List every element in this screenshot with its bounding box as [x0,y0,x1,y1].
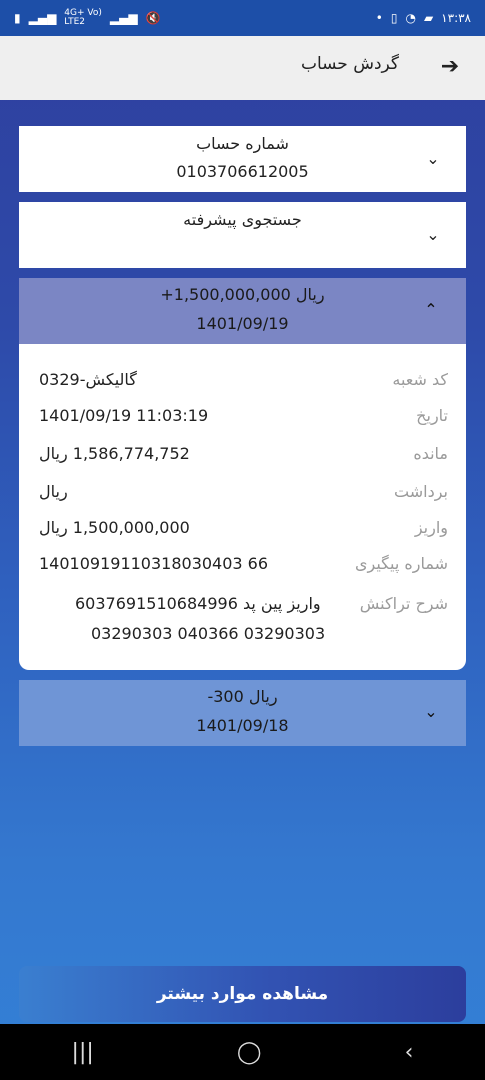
detail-row-date: تاریخ 1401/09/19 11:03:19 [19,406,466,432]
description-label: شرح تراکنش [359,594,448,613]
detail-row-balance: مانده 1,586,774,752 ریال [19,444,466,470]
signal-icon: ▂▄▆ [28,11,57,25]
detail-row-withdraw: برداشت ریال [19,482,466,508]
deposit-label: واریز [414,518,448,537]
description-line2: 03290303 040366 03290303 [91,624,326,643]
transaction-header-expanded[interactable]: +1,500,000,000 ریال 1401/09/19 ⌃ [19,278,466,344]
status-right-icons: • ▯ ◔ ▰ ۱۳:۳۸ [376,11,471,25]
tracking-label: شماره پیگیری [354,554,448,573]
system-nav-bar: ||| ◯ ‹ [0,1024,485,1080]
branch-label: کد شعبه [392,370,448,389]
home-icon[interactable]: ◯ [237,1040,262,1065]
advanced-search-toggle[interactable]: جستجوی پیشرفته ⌄ [19,202,466,268]
transaction-amount: -300 ریال [207,687,278,706]
account-number: 0103706612005 [176,162,309,181]
detail-row-deposit: واریز 1,500,000,000 ریال [19,518,466,544]
chevron-down-icon[interactable]: ⌄ [421,147,445,171]
detail-row-tracking: شماره پیگیری 14010919110318030403 66 [19,554,466,580]
signal-icon-2: ▂▄▆ [109,11,138,25]
account-label: شماره حساب [196,134,289,153]
balance-value: 1,586,774,752 ریال [39,444,190,463]
advanced-search-label: جستجوی پیشرفته [183,210,302,229]
withdraw-value: ریال [39,482,68,501]
recent-apps-icon[interactable]: ||| [72,1040,94,1065]
transaction-details: کد شعبه گالیکش-0329 تاریخ 1401/09/19 11:… [19,344,466,670]
date-label: تاریخ [416,406,448,425]
back-icon[interactable]: ‹ [405,1040,414,1065]
lte-label: 4G+ Vo) LTE2 [64,9,102,27]
status-time: ۱۳:۳۸ [441,11,471,25]
branch-value: گالیکش-0329 [39,370,137,389]
account-selector[interactable]: شماره حساب 0103706612005 ⌄ [19,126,466,192]
transaction-date: 1401/09/19 [196,314,289,333]
lte-label-bottom: LTE2 [64,17,85,27]
chevron-down-icon[interactable]: ⌄ [421,223,445,247]
message-icon: ▰ [423,11,434,25]
dot-icon: • [375,11,383,25]
tracking-value: 14010919110318030403 66 [39,554,269,573]
transaction-amount: +1,500,000,000 ریال [160,285,325,304]
status-left-icons: ▮ ▂▄▆ 4G+ Vo) LTE2 ▂▄▆ 🔇 [14,9,161,27]
back-arrow-icon[interactable]: ➔ [437,52,463,82]
detail-row-description: شرح تراکنش واریز پین پد 6037691510684996 [19,594,466,620]
battery-icon: ▮ [14,11,21,25]
transaction-header-collapsed[interactable]: -300 ریال 1401/09/18 ⌄ [19,680,466,746]
chevron-up-icon[interactable]: ⌃ [419,298,443,322]
app-bar: گردش حساب ➔ [0,36,485,100]
sim-icon: ▯ [390,11,398,25]
mute-icon: 🔇 [145,11,161,25]
description-line1: واریز پین پد 6037691510684996 [75,594,321,613]
date-value: 1401/09/19 11:03:19 [39,406,209,425]
deposit-value: 1,500,000,000 ریال [39,518,190,537]
chevron-down-icon[interactable]: ⌄ [419,700,443,724]
page-title: گردش حساب [300,54,399,74]
status-bar: ▮ ▂▄▆ 4G+ Vo) LTE2 ▂▄▆ 🔇 • ▯ ◔ ▰ ۱۳:۳۸ [0,0,485,36]
whatsapp-icon: ◔ [405,11,416,25]
balance-label: مانده [413,444,448,463]
show-more-button[interactable]: مشاهده موارد بیشتر [19,966,466,1022]
detail-row-branch: کد شعبه گالیکش-0329 [19,370,466,396]
withdraw-label: برداشت [394,482,448,501]
transaction-date: 1401/09/18 [196,716,289,735]
